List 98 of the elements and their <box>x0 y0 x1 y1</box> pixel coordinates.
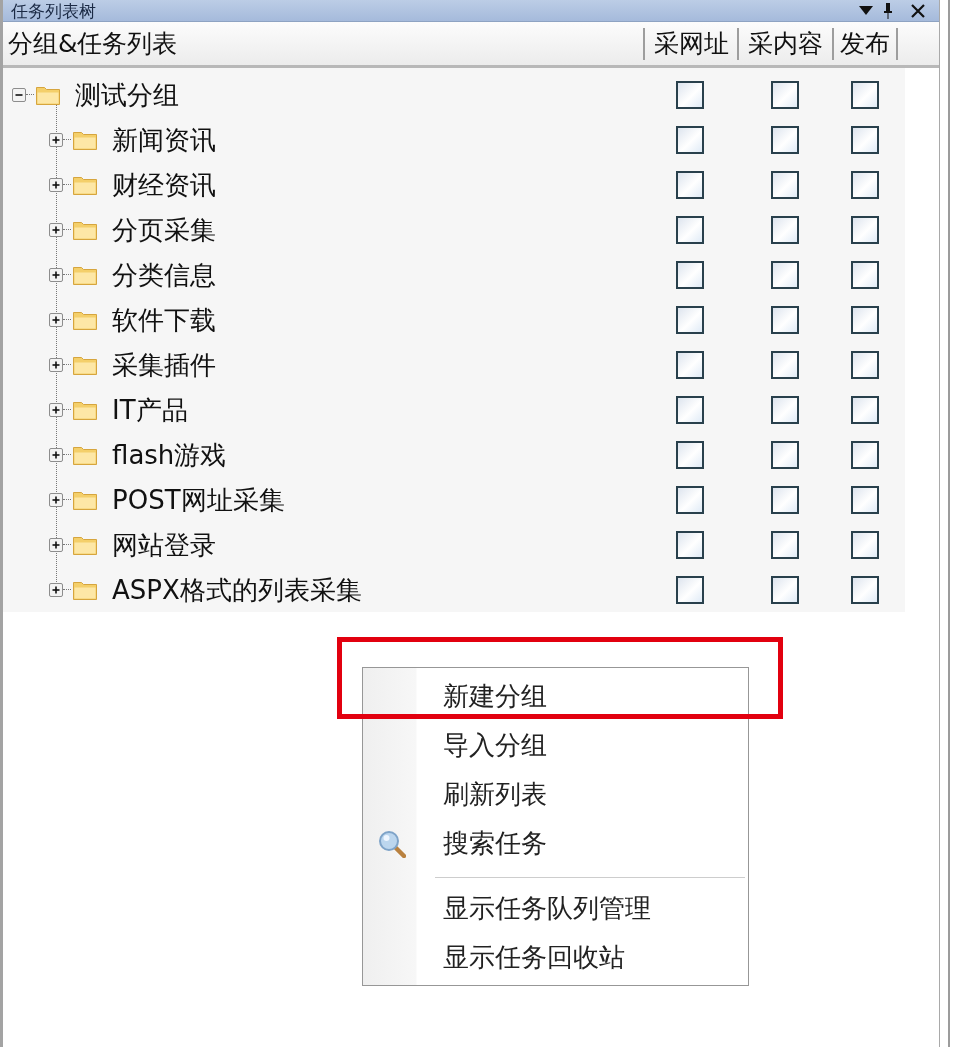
column-header[interactable]: 采网址 <box>643 27 737 60</box>
close-icon[interactable] <box>911 3 925 18</box>
checkbox[interactable] <box>676 215 704 244</box>
checkbox[interactable] <box>676 305 704 334</box>
checkbox[interactable] <box>676 260 704 289</box>
checkbox[interactable] <box>851 170 879 199</box>
checkbox[interactable] <box>770 170 799 199</box>
checkbox[interactable] <box>770 260 799 289</box>
checkbox[interactable] <box>851 530 879 559</box>
folder-icon <box>73 399 97 420</box>
folder-icon <box>73 309 97 330</box>
checkbox[interactable] <box>770 440 799 469</box>
checkbox[interactable] <box>770 350 799 379</box>
plus-box-icon[interactable] <box>49 492 63 507</box>
tree-line <box>63 139 71 140</box>
checkbox[interactable] <box>851 260 879 289</box>
tree-line <box>63 364 71 365</box>
folder-icon <box>73 219 97 240</box>
folder-icon <box>73 489 97 510</box>
tree-item-label[interactable]: 新闻资讯 <box>112 122 216 157</box>
plus-box-icon[interactable] <box>49 582 63 597</box>
panel-title: 任务列表树 <box>11 0 97 21</box>
folder-icon <box>73 534 97 555</box>
checkbox[interactable] <box>770 485 799 514</box>
tree-line <box>63 319 71 320</box>
plus-box-icon[interactable] <box>49 537 63 552</box>
tree-item-label[interactable]: flash游戏 <box>112 437 227 472</box>
checkbox[interactable] <box>851 80 879 109</box>
folder-icon <box>73 579 97 600</box>
checkbox[interactable] <box>770 305 799 334</box>
menu-item[interactable]: 显示任务回收站 <box>363 933 748 982</box>
column-header[interactable]: 采内容 <box>737 27 832 60</box>
checkbox[interactable] <box>851 305 879 334</box>
checkbox[interactable] <box>770 575 799 604</box>
checkbox[interactable] <box>676 395 704 424</box>
checkbox[interactable] <box>676 170 704 199</box>
tree-line <box>63 589 71 590</box>
tree-item-label[interactable]: 软件下载 <box>112 302 216 337</box>
checkbox[interactable] <box>770 80 799 109</box>
column-header[interactable]: 分组&任务列表 <box>3 27 643 60</box>
menu-item[interactable]: 导入分组 <box>363 721 748 770</box>
checkbox[interactable] <box>676 485 704 514</box>
checkbox[interactable] <box>676 575 704 604</box>
plus-box-icon[interactable] <box>49 447 63 462</box>
folder-icon <box>73 174 97 195</box>
plus-box-icon[interactable] <box>49 267 63 282</box>
tree-line <box>63 499 71 500</box>
checkbox[interactable] <box>676 125 704 154</box>
minus-box-icon[interactable] <box>12 87 26 102</box>
tree-item-label[interactable]: 分页采集 <box>112 212 216 247</box>
checkbox[interactable] <box>676 350 704 379</box>
plus-box-icon[interactable] <box>49 357 63 372</box>
tree-line <box>26 94 34 95</box>
tree-item-label[interactable]: 网站登录 <box>112 527 216 562</box>
menu-item[interactable]: 显示任务队列管理 <box>363 884 748 933</box>
checkbox[interactable] <box>770 215 799 244</box>
tree-item-label[interactable]: 测试分组 <box>75 77 179 112</box>
plus-box-icon[interactable] <box>49 402 63 417</box>
tree-line <box>63 229 71 230</box>
tree-line <box>63 454 71 455</box>
checkbox[interactable] <box>770 125 799 154</box>
checkbox[interactable] <box>851 350 879 379</box>
checkbox[interactable] <box>851 575 879 604</box>
folder-icon <box>36 84 60 105</box>
tree-item-label[interactable]: IT产品 <box>112 392 188 427</box>
pin-icon[interactable] <box>883 2 893 19</box>
checkbox[interactable] <box>851 215 879 244</box>
plus-box-icon[interactable] <box>49 312 63 327</box>
checkbox[interactable] <box>851 125 879 154</box>
column-header[interactable]: 发布 <box>832 27 898 60</box>
tree-line <box>63 184 71 185</box>
tree-item-label[interactable]: POST网址采集 <box>112 482 285 517</box>
tree-item-label[interactable]: 采集插件 <box>112 347 216 382</box>
tree-item-label[interactable]: 分类信息 <box>112 257 216 292</box>
folder-icon <box>73 444 97 465</box>
checkbox[interactable] <box>770 395 799 424</box>
menu-item[interactable]: 刷新列表 <box>363 770 748 819</box>
checkbox[interactable] <box>851 485 879 514</box>
menu-item[interactable]: 新建分组 <box>363 672 748 721</box>
tree-item-label[interactable]: 财经资讯 <box>112 167 216 202</box>
tree-line <box>63 544 71 545</box>
checkbox[interactable] <box>676 530 704 559</box>
plus-box-icon[interactable] <box>49 177 63 192</box>
tree-item-label[interactable]: ASPX格式的列表采集 <box>112 572 362 607</box>
checkbox[interactable] <box>770 530 799 559</box>
menu-item[interactable]: 搜索任务 <box>363 819 748 868</box>
folder-icon <box>73 354 97 375</box>
plus-box-icon[interactable] <box>49 132 63 147</box>
checkbox[interactable] <box>851 440 879 469</box>
checkbox[interactable] <box>676 440 704 469</box>
dropdown-arrow-icon[interactable] <box>859 5 873 16</box>
folder-icon <box>73 264 97 285</box>
folder-icon <box>73 129 97 150</box>
checkbox[interactable] <box>676 80 704 109</box>
tree-line <box>63 409 71 410</box>
checkbox[interactable] <box>851 395 879 424</box>
tree-line <box>63 274 71 275</box>
plus-box-icon[interactable] <box>49 222 63 237</box>
